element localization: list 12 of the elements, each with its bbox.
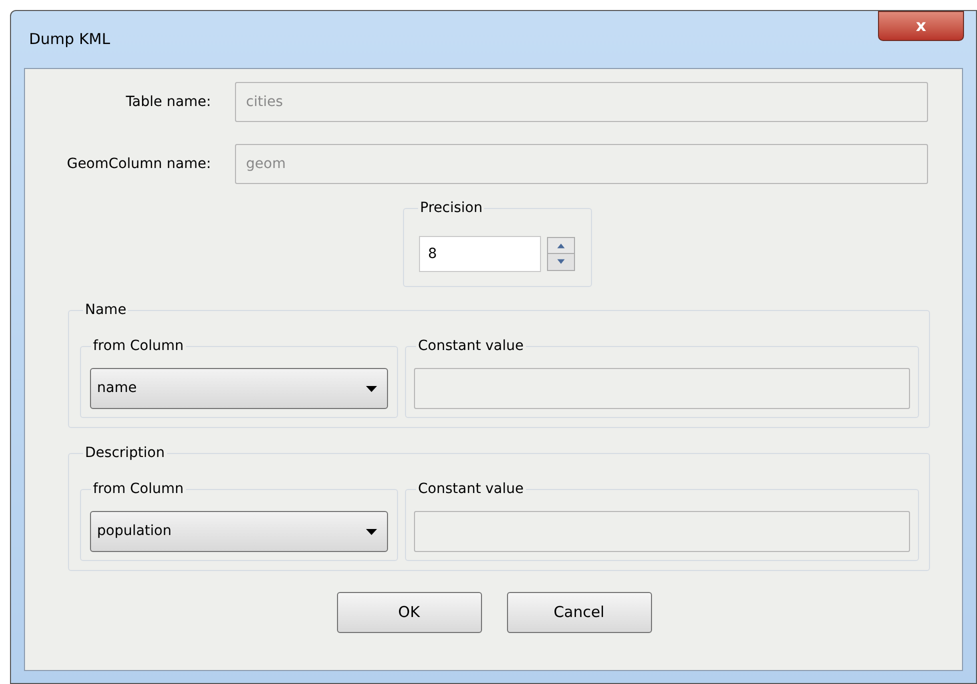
- close-button[interactable]: x: [878, 11, 964, 41]
- field-label: Table name:: [124, 92, 212, 112]
- window-title: Dump KML: [29, 29, 110, 50]
- spin-buttons[interactable]: [547, 237, 575, 271]
- dropdown-arrow-icon: [366, 528, 377, 534]
- dialog-button[interactable]: Cancel: [506, 592, 652, 633]
- dropdown-arrow-icon: [366, 386, 377, 392]
- number-field[interactable]: 8: [419, 236, 541, 272]
- dialog-button[interactable]: OK: [336, 592, 482, 633]
- field-label: GeomColumn name:: [66, 154, 212, 174]
- dropdown[interactable]: population: [90, 511, 388, 552]
- dropdown[interactable]: name: [90, 368, 388, 409]
